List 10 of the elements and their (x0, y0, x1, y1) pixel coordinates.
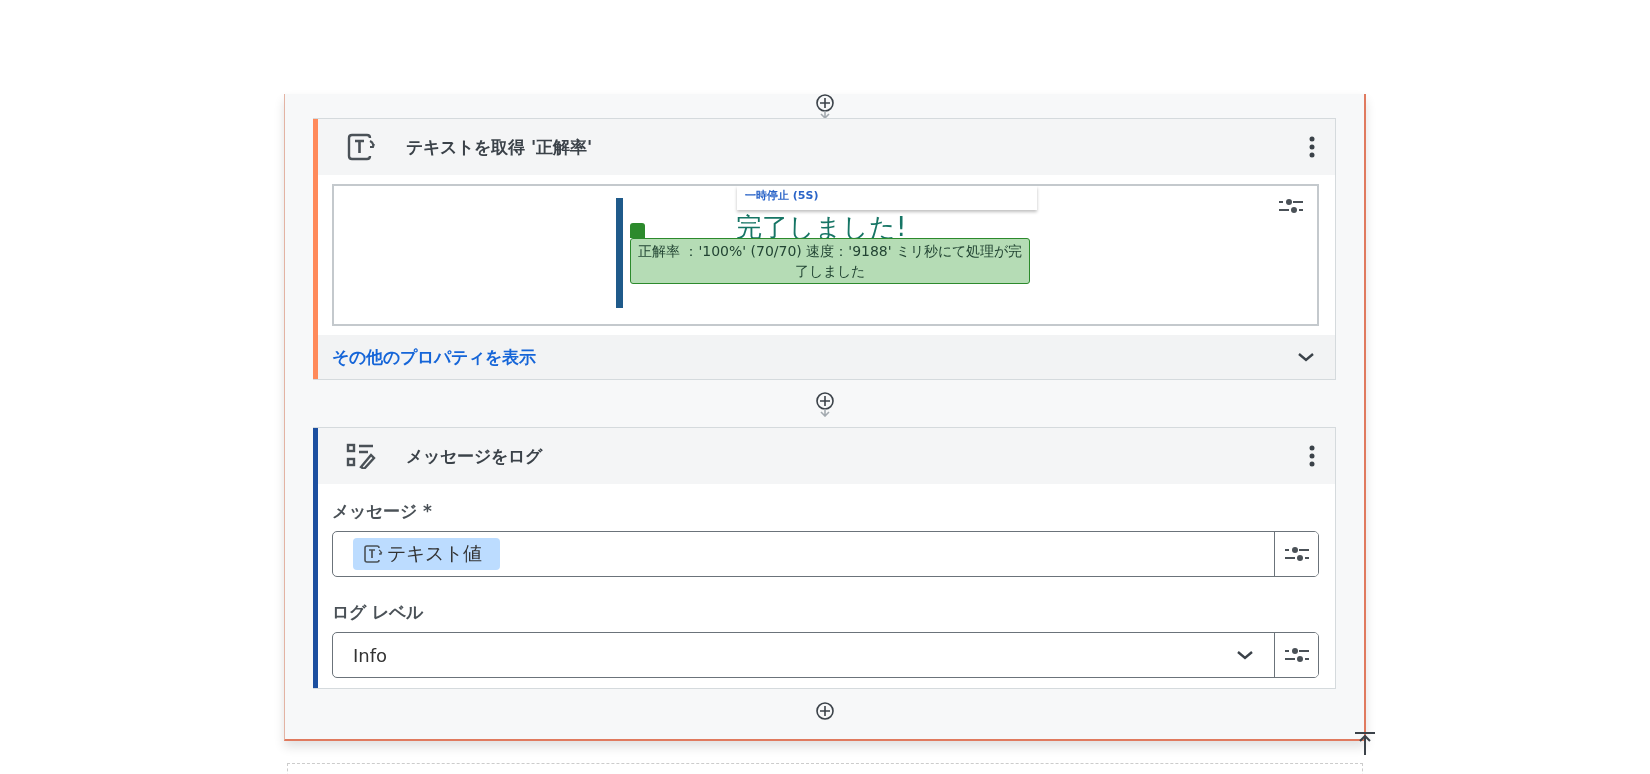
highlighted-text: 正解率 ：'100%' (70/70) 速度：'9188' ミリ秒にて処理が完了しました (630, 238, 1030, 284)
variable-token[interactable]: テキスト値 (353, 538, 500, 570)
field-label: ログ レベル (332, 601, 425, 624)
step-title: メッセージをログ (406, 444, 544, 468)
step-title: テキストを取得 '正解率' (406, 135, 594, 159)
field-label: メッセージ * (332, 500, 433, 523)
dropdown-value: Info (353, 644, 389, 666)
pause-label: 一時停止 (5S) (745, 190, 819, 202)
input-field[interactable]: テキスト値 (332, 531, 1319, 577)
dropdown-field[interactable]: Info (332, 632, 1319, 678)
